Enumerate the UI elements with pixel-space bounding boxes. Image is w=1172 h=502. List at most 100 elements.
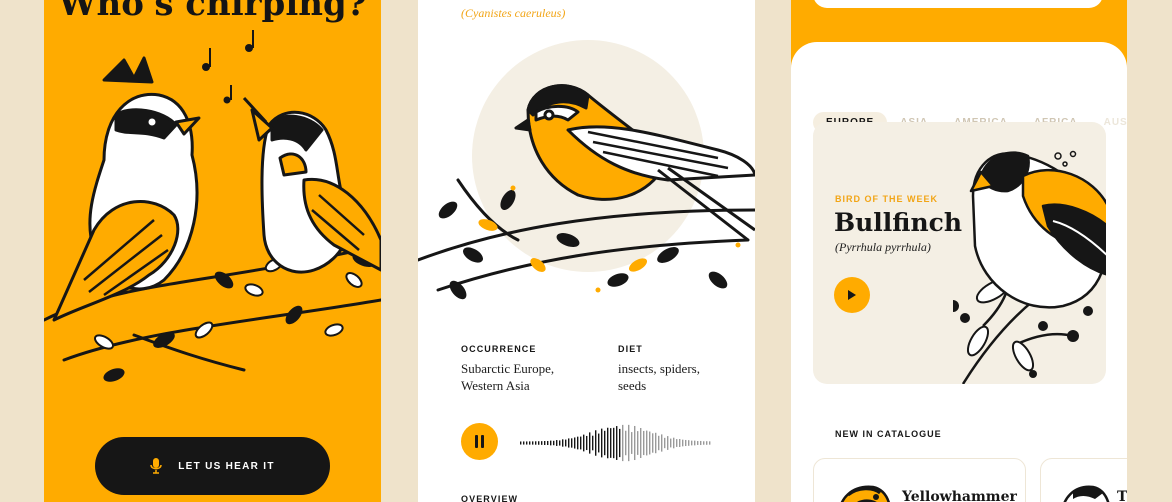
scientific-name: (Cyanistes caeruleus) bbox=[461, 6, 566, 20]
waveform-bar bbox=[691, 440, 693, 446]
occurrence-value: Subarctic Europe, Western Asia bbox=[461, 361, 555, 393]
bird-of-the-week-label: BIRD OF THE WEEK bbox=[835, 194, 938, 204]
mic-icon bbox=[150, 458, 162, 474]
waveform-bar bbox=[619, 428, 621, 458]
waveform-bar bbox=[709, 441, 711, 445]
bird-name: Bullfinch bbox=[834, 208, 963, 237]
waveform-bar bbox=[646, 430, 648, 456]
waveform-bar bbox=[556, 440, 558, 446]
waveform-bar bbox=[631, 432, 633, 454]
waveform-bar bbox=[703, 441, 705, 445]
waveform-bar bbox=[706, 441, 708, 445]
pause-icon bbox=[475, 435, 478, 448]
waveform-bar bbox=[628, 424, 630, 462]
waveform-bar bbox=[553, 440, 555, 446]
waveform-bar bbox=[697, 441, 699, 445]
occurrence-label: OCCURRENCE bbox=[461, 344, 537, 354]
music-note-icon bbox=[202, 30, 254, 104]
overview-heading: OVERVIEW bbox=[461, 494, 519, 502]
waveform-bar bbox=[598, 433, 600, 453]
play-icon bbox=[848, 290, 856, 300]
waveform-bar bbox=[574, 437, 576, 449]
let-us-hear-it-button[interactable]: LET US HEAR IT bbox=[95, 437, 330, 495]
waveform-bar bbox=[526, 441, 528, 445]
waveform-bar bbox=[559, 440, 561, 446]
waveform-bar bbox=[604, 430, 606, 456]
waveform-bar bbox=[577, 436, 579, 450]
waveform-bar bbox=[601, 428, 603, 458]
catalogue-heading: NEW IN CATALOGUE bbox=[835, 429, 942, 439]
waveform-bar bbox=[670, 438, 672, 448]
waveform-bar bbox=[637, 431, 639, 455]
waveform-bar bbox=[658, 435, 660, 451]
waveform-bar bbox=[562, 439, 564, 447]
diet-block: DIET insects, spiders, seeds bbox=[618, 344, 718, 394]
page-title: Who's chirping? bbox=[58, 0, 367, 24]
occurrence-block: OCCURRENCE Subarctic Europe, Western Asi… bbox=[461, 344, 581, 394]
waveform-bar bbox=[529, 441, 531, 445]
waveform-bar bbox=[652, 433, 654, 453]
waveform-bar bbox=[661, 434, 663, 452]
waveform-bar bbox=[586, 435, 588, 451]
waveform-bar bbox=[565, 439, 567, 447]
search-bar[interactable] bbox=[813, 0, 1103, 8]
waveform-bar bbox=[700, 440, 702, 446]
screen-catalogue: EUROPE ASIA AMERICA AFRICA AUST bbox=[791, 0, 1127, 502]
bird-scientific-name: (Pyrrhula pyrrhula) bbox=[835, 240, 931, 254]
waveform-bar bbox=[649, 431, 651, 455]
waveform-bar bbox=[592, 435, 594, 451]
diet-value: insects, spiders, seeds bbox=[618, 361, 700, 393]
waveform-bar bbox=[595, 430, 597, 456]
waveform-bar bbox=[679, 438, 681, 448]
play-button[interactable] bbox=[834, 277, 870, 313]
waveform-bar bbox=[589, 432, 591, 454]
waveform-bar bbox=[580, 436, 582, 450]
waveform-bar bbox=[613, 427, 615, 459]
bird-of-the-week-card[interactable]: BIRD OF THE WEEK Bullfinch (Pyrrhula pyr… bbox=[813, 122, 1106, 384]
waveform-bar bbox=[547, 440, 549, 446]
waveform-bar bbox=[688, 440, 690, 446]
waveform-bar bbox=[694, 440, 696, 446]
waveform-bar bbox=[622, 424, 624, 462]
screen-whos-chirping: Who's chirping? LET US HEAR IT bbox=[44, 0, 381, 502]
waveform-bar bbox=[625, 430, 627, 456]
singing-birds-illustration bbox=[44, 30, 381, 382]
waveform-bar bbox=[535, 441, 537, 445]
waveform-bar bbox=[616, 426, 618, 460]
waveform-bar bbox=[673, 437, 675, 449]
waveform-bar bbox=[664, 437, 666, 449]
waveform-bar bbox=[655, 432, 657, 454]
pause-button[interactable] bbox=[461, 423, 498, 460]
yellowhammer-thumbnail bbox=[840, 485, 890, 502]
waveform-bar bbox=[640, 428, 642, 458]
cta-label: LET US HEAR IT bbox=[178, 460, 275, 472]
waveform-bar bbox=[685, 439, 687, 447]
catalogue-item-name: T bbox=[1117, 489, 1127, 502]
waveform-bar bbox=[676, 439, 678, 447]
waveform-bar bbox=[610, 428, 612, 458]
waveform-bar bbox=[532, 441, 534, 445]
waveform-bar bbox=[607, 427, 609, 459]
waveform-bar bbox=[541, 441, 543, 445]
waveform-bar bbox=[583, 434, 585, 452]
blue-tit-illustration bbox=[418, 40, 755, 300]
bird-thumbnail bbox=[1063, 485, 1110, 502]
waveform-bar bbox=[538, 441, 540, 445]
screen-bird-detail: (Cyanistes caeruleus) OCCURRENCE Subarct… bbox=[418, 0, 755, 502]
waveform-bar bbox=[682, 439, 684, 447]
catalogue-card[interactable]: T bbox=[1040, 458, 1127, 502]
waveform-bar bbox=[643, 430, 645, 456]
waveform-bar bbox=[550, 440, 552, 446]
waveform-icon[interactable] bbox=[518, 418, 718, 468]
waveform-bar bbox=[634, 425, 636, 461]
waveform-bar bbox=[667, 436, 669, 450]
waveform-bar bbox=[571, 438, 573, 448]
waveform-bar bbox=[544, 440, 546, 446]
catalogue-item-name: Yellowhammer bbox=[902, 489, 1017, 502]
waveform-bar bbox=[523, 441, 525, 445]
waveform-bar bbox=[568, 438, 570, 448]
diet-label: DIET bbox=[618, 344, 643, 354]
waveform-bar bbox=[520, 441, 522, 445]
catalogue-card[interactable]: Yellowhammer bbox=[813, 458, 1026, 502]
bullfinch-illustration bbox=[953, 150, 1106, 384]
